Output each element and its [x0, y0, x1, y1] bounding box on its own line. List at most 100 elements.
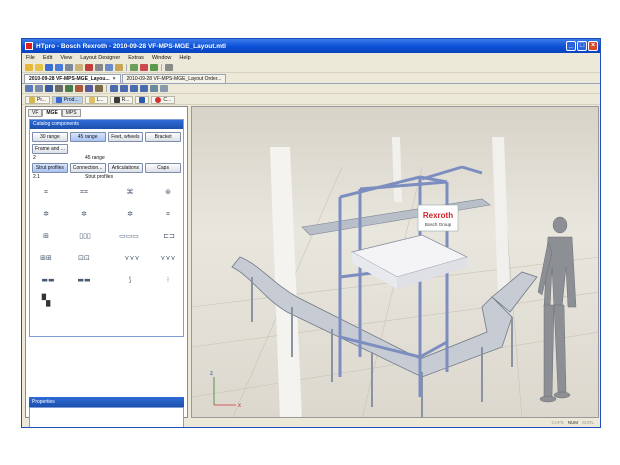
subrange-number: 2.1: [33, 174, 40, 180]
strut-profiles-button[interactable]: Strut profiles: [32, 163, 68, 173]
subrange-label: Strut profiles: [85, 174, 114, 180]
tools-icon[interactable]: [165, 64, 173, 71]
zoom-in-icon[interactable]: [110, 85, 118, 92]
redo-icon[interactable]: [150, 64, 158, 71]
profile-item-icon[interactable]: ▯▯▯: [70, 229, 100, 243]
profile-item-icon[interactable]: ▬▬: [34, 273, 62, 287]
view-3d-icon[interactable]: [150, 85, 158, 92]
menu-file[interactable]: File: [26, 55, 35, 61]
copy-icon[interactable]: [105, 64, 113, 71]
stop-icon[interactable]: [140, 64, 148, 71]
preview-icon[interactable]: [75, 64, 83, 71]
profile-item-icon[interactable]: ⊛: [158, 185, 178, 199]
maximize-button[interactable]: □: [577, 41, 587, 51]
range-30-button[interactable]: 30 range: [32, 132, 68, 142]
app-icon: [25, 42, 33, 50]
layers-icon[interactable]: [35, 85, 43, 92]
align-icon[interactable]: [85, 85, 93, 92]
panel-results-button[interactable]: R...: [109, 95, 134, 104]
profile-item-icon[interactable]: ⟆: [120, 273, 140, 287]
products-icon: [55, 96, 62, 103]
rotate-icon[interactable]: [75, 85, 83, 92]
export-icon[interactable]: [160, 85, 168, 92]
panel-check-button[interactable]: C...: [151, 95, 176, 104]
profile-item-icon[interactable]: ⌗: [36, 185, 56, 199]
pillar-right: [492, 137, 510, 297]
profile-item-icon[interactable]: ⊏⊐: [154, 229, 184, 243]
new-icon[interactable]: [25, 64, 33, 71]
doc-tab-label: 2010-09-28 VF-MPS-MGE_Layout Order...: [126, 76, 222, 82]
title-bar: HTpro - Bosch Rexroth - 2010-09-28 VF-MP…: [22, 39, 600, 53]
doc-tab-layout-order[interactable]: 2010-09-28 VF-MPS-MGE_Layout Order...: [121, 74, 227, 83]
menu-layout-designer[interactable]: Layout Designer: [80, 55, 120, 61]
panel-undo-button[interactable]: [135, 95, 150, 104]
profile-item-icon[interactable]: ⊞: [36, 229, 56, 243]
zoom-window-icon[interactable]: [140, 85, 148, 92]
profile-item-icon[interactable]: ▚: [36, 293, 56, 307]
bracket-button[interactable]: Bracket: [145, 132, 181, 142]
cut-icon[interactable]: [95, 64, 103, 71]
tab-mps[interactable]: MPS: [61, 109, 81, 117]
menu-view[interactable]: View: [60, 55, 72, 61]
zoom-out-icon[interactable]: [120, 85, 128, 92]
articulations-button[interactable]: Articulations: [107, 163, 144, 173]
axis-x-label: x: [238, 403, 241, 409]
profile-item-icon[interactable]: ⌗⌗: [74, 185, 94, 199]
menu-window[interactable]: Window: [152, 55, 172, 61]
range-45-button[interactable]: 45 range: [69, 132, 106, 142]
library-icon: [88, 96, 95, 103]
delete-icon[interactable]: [85, 64, 93, 71]
doc-tab-layout[interactable]: 2010-09-28 VF-MPS-MGE_Layou... ×: [24, 74, 121, 83]
close-button[interactable]: ×: [588, 41, 598, 51]
frame-button[interactable]: Frame and ...: [32, 144, 68, 154]
camera-icon[interactable]: [55, 85, 63, 92]
profile-item-icon[interactable]: ▬▬: [70, 273, 98, 287]
sign-sub: Bosch Group: [425, 222, 452, 227]
feet-wheels-button[interactable]: Feet, wheels: [107, 132, 144, 142]
connection-button[interactable]: Connection...: [69, 163, 106, 173]
print-icon[interactable]: [65, 64, 73, 71]
profile-item-icon[interactable]: ⌗: [158, 207, 178, 221]
profile-item-icon[interactable]: ⋎⋎⋎: [118, 251, 146, 265]
status-scrl: SCRL: [581, 420, 594, 425]
3d-scene: Rexroth Bosch Group z x: [192, 137, 598, 417]
folder-icon: [29, 96, 35, 103]
tab-vf[interactable]: VF: [28, 109, 43, 117]
profile-item-icon[interactable]: ▭▭▭: [114, 229, 144, 243]
tab-mge[interactable]: MGE: [42, 109, 62, 117]
profile-item-icon[interactable]: ⊡⊡: [74, 251, 94, 265]
profile-item-icon[interactable]: ⊞⊞: [36, 251, 56, 265]
close-tab-icon[interactable]: ×: [113, 76, 116, 82]
save-all-icon[interactable]: [55, 64, 63, 71]
left-panel: VF MGE MPS Catalog components 30 range 4…: [25, 106, 188, 427]
caps-button[interactable]: Caps: [145, 163, 181, 173]
save-icon[interactable]: [45, 64, 53, 71]
catalog-header: Catalog components: [30, 120, 183, 129]
profile-item-icon[interactable]: ✲: [36, 207, 56, 221]
open-icon[interactable]: [35, 64, 43, 71]
paste-icon[interactable]: [115, 64, 123, 71]
menu-help[interactable]: Help: [179, 55, 190, 61]
minimize-button[interactable]: _: [566, 41, 576, 51]
panel-toolbar: Pr... Prod... L... R... C...: [22, 95, 600, 105]
left-tabs: VF MGE MPS: [28, 109, 81, 117]
profile-item-icon[interactable]: ✲: [74, 207, 94, 221]
3d-viewport[interactable]: Rexroth Bosch Group z x: [191, 106, 599, 418]
profile-item-icon[interactable]: ⌘: [120, 185, 140, 199]
panel-library-button[interactable]: L...: [84, 95, 108, 104]
measure-icon[interactable]: [95, 85, 103, 92]
panel-products-button[interactable]: Prod...: [51, 95, 83, 104]
sign-brand: Rexroth: [423, 211, 453, 220]
menu-bar: File Edit View Layout Designer Extras Wi…: [22, 53, 600, 63]
profile-item-icon[interactable]: ⁝: [158, 273, 178, 287]
panel-project-button[interactable]: Pr...: [25, 95, 50, 104]
grid-icon[interactable]: [25, 85, 33, 92]
menu-edit[interactable]: Edit: [43, 55, 52, 61]
move-icon[interactable]: [65, 85, 73, 92]
render-icon[interactable]: [45, 85, 53, 92]
profile-item-icon[interactable]: ✲: [120, 207, 140, 221]
zoom-fit-icon[interactable]: [130, 85, 138, 92]
profile-item-icon[interactable]: ⋎⋎⋎: [154, 251, 182, 265]
menu-extras[interactable]: Extras: [128, 55, 144, 61]
undo-icon[interactable]: [130, 64, 138, 71]
